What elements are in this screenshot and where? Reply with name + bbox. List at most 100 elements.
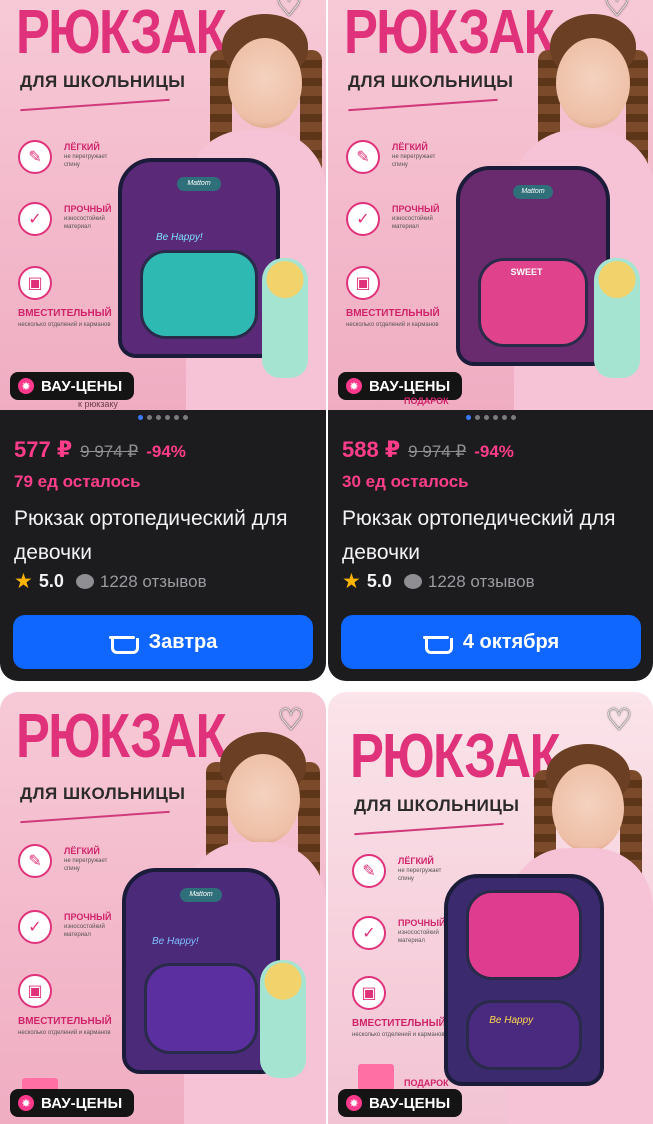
pagination-dot[interactable] (474, 415, 480, 420)
pagination-dot[interactable] (165, 415, 170, 420)
feature-roomy: ▣ ВМЕСТИТЕЛЬНЫЙ несколько отделений и ка… (18, 266, 128, 328)
pagination-dot[interactable] (501, 415, 507, 420)
favorite-heart-icon[interactable]: ♡ (276, 706, 306, 736)
product-card[interactable]: РЮКЗАК ДЛЯ ШКОЛЬНИЦЫ ✎ ЛЁГКИЙ не перегру… (328, 692, 653, 1124)
pagination-dot[interactable] (183, 415, 188, 420)
badge-label: ВАУ-ЦЕНЫ (369, 377, 451, 395)
feature-title: ЛЁГКИЙ (64, 142, 100, 152)
feature-desc: не перегружает спину (398, 868, 442, 882)
current-price: 588 ₽ (342, 437, 401, 462)
reviews-count: 1228 отзывов (427, 571, 535, 591)
product-card[interactable]: РЮКЗАК ДЛЯ ШКОЛЬНИЦЫ ✎ ЛЁГКИЙ не перегру… (328, 0, 653, 681)
badge-label: ВАУ-ЦЕНЫ (369, 1094, 451, 1112)
star-icon: ★ (14, 570, 33, 593)
feature-desc: износостойкий материал (64, 216, 105, 230)
feature-desc: износостойкий материал (64, 924, 105, 938)
product-photo[interactable]: РЮКЗАК ДЛЯ ШКОЛЬНИЦЫ ✎ ЛЁГКИЙ не перегру… (328, 0, 653, 410)
sparkle-icon: ✸ (18, 378, 34, 394)
backpack-icon: ▣ (352, 976, 386, 1010)
rating-value: 5.0 (38, 571, 64, 591)
feather-icon: ✎ (346, 140, 380, 174)
delivery-date: 4 октября (462, 630, 560, 653)
feature-light: ✎ ЛЁГКИЙ не перегружает спину (352, 854, 462, 888)
pagination-dot[interactable] (465, 415, 471, 420)
backpack-logo: Mattom (512, 185, 554, 200)
comment-icon (403, 574, 422, 589)
feature-title: ПРОЧНЫЙ (392, 204, 440, 214)
photo-pagination[interactable] (0, 415, 326, 420)
shield-check-icon: ✓ (346, 202, 380, 236)
favorite-heart-icon[interactable]: ♡ (602, 0, 632, 22)
feature-title: ВМЕСТИТЕЛЬНЫЙ (18, 1016, 112, 1027)
old-price: 9 974 ₽ (408, 442, 467, 461)
backpack-pocket (140, 250, 258, 339)
favorite-heart-icon[interactable]: ♡ (604, 706, 634, 736)
sparkle-icon: ✸ (346, 1095, 362, 1111)
feature-light: ✎ ЛЁГКИЙ не перегружает спину (346, 140, 456, 174)
gift-icon (358, 1064, 394, 1090)
girl-face (228, 38, 302, 128)
stock-remaining: 30 ед осталось (342, 472, 469, 491)
photo-heading: РЮКЗАК (344, 0, 555, 67)
backpack-pocket: SWEET (477, 258, 589, 347)
wow-prices-badge: ✸ ВАУ-ЦЕНЫ (10, 1089, 135, 1117)
price-row: 588 ₽ 9 974 ₽ -94% (342, 437, 514, 463)
product-photo[interactable]: РЮКЗАК ДЛЯ ШКОЛЬНИЦЫ ✎ ЛЁГКИЙ не перегру… (328, 692, 653, 1124)
current-price: 577 ₽ (14, 437, 73, 462)
photo-heading: РЮКЗАК (16, 0, 227, 67)
doll-image (594, 258, 640, 378)
backpack-image: Mattom Be Happy! (122, 868, 280, 1074)
comment-icon (75, 574, 94, 589)
product-photo[interactable]: РЮКЗАК ДЛЯ ШКОЛЬНИЦЫ ✎ ЛЁГКИЙ не перегру… (0, 0, 326, 410)
product-photo[interactable]: РЮКЗАК ДЛЯ ШКОЛЬНИЦЫ ✎ ЛЁГКИЙ не перегру… (0, 692, 326, 1124)
shield-check-icon: ✓ (352, 916, 386, 950)
pagination-dot[interactable] (174, 415, 179, 420)
photo-heading: РЮКЗАК (16, 702, 227, 771)
decorative-line (20, 810, 170, 824)
backpack-text: SWEET (510, 267, 543, 278)
feature-desc: несколько отделений и карманов (346, 322, 439, 328)
add-to-cart-button[interactable]: 4 октября (341, 615, 641, 669)
rating-row[interactable]: ★ 5.0 1228 отзывов (342, 571, 535, 592)
shield-check-icon: ✓ (18, 910, 52, 944)
favorite-heart-icon[interactable]: ♡ (274, 0, 304, 22)
feather-icon: ✎ (18, 140, 52, 174)
pagination-dot[interactable] (483, 415, 489, 420)
product-title[interactable]: Рюкзак ортопедический для девочки (14, 502, 314, 570)
product-title[interactable]: Рюкзак ортопедический для девочки (342, 502, 642, 570)
backpack-text: Be Happy! (152, 936, 199, 947)
price-row: 577 ₽ 9 974 ₽ -94% (14, 437, 186, 463)
backpack-pocket: Be Happy (466, 1000, 582, 1070)
pagination-dot[interactable] (147, 415, 152, 420)
pagination-dot[interactable] (138, 415, 143, 420)
photo-heading: РЮКЗАК (350, 722, 561, 791)
add-to-cart-button[interactable]: Завтра (13, 615, 313, 669)
photo-pagination[interactable] (328, 415, 653, 420)
pagination-dot[interactable] (492, 415, 498, 420)
sparkle-icon: ✸ (18, 1095, 34, 1111)
feature-title: ЛЁГКИЙ (392, 142, 428, 152)
feature-title: ЛЁГКИЙ (398, 856, 434, 866)
rating-row[interactable]: ★ 5.0 1228 отзывов (14, 571, 207, 592)
pagination-dot[interactable] (156, 415, 161, 420)
pagination-dot[interactable] (510, 415, 516, 420)
photo-caption: к рюкзаку (78, 399, 118, 409)
feature-durable: ✓ ПРОЧНЫЙ износостойкий материал (346, 202, 456, 236)
delivery-date: Завтра (148, 630, 218, 653)
feature-desc: не перегружает спину (392, 154, 436, 168)
feature-roomy: ▣ ВМЕСТИТЕЛЬНЫЙ несколько отделений и ка… (18, 974, 128, 1036)
feature-light: ✎ ЛЁГКИЙ не перегружает спину (18, 844, 128, 878)
product-card[interactable]: РЮКЗАК ДЛЯ ШКОЛЬНИЦЫ ✎ ЛЁГКИЙ не перегру… (0, 692, 326, 1124)
feature-title: ПРОЧНЫЙ (64, 912, 112, 922)
reviews-count: 1228 отзывов (99, 571, 207, 591)
backpack-image: Mattom SWEET (456, 166, 610, 366)
badge-label: ВАУ-ЦЕНЫ (41, 1094, 123, 1112)
star-icon: ★ (342, 570, 361, 593)
backpack-pocket (144, 963, 258, 1055)
decorative-line (354, 822, 504, 836)
feature-roomy: ▣ ВМЕСТИТЕЛЬНЫЙ несколько отделений и ка… (346, 266, 456, 328)
product-card[interactable]: РЮКЗАК ДЛЯ ШКОЛЬНИЦЫ ✎ ЛЁГКИЙ не перегру… (0, 0, 326, 681)
feature-durable: ✓ ПРОЧНЫЙ износостойкий материал (18, 910, 128, 944)
photo-caption: ПОДАРОК (404, 1078, 449, 1088)
feature-desc: не перегружает спину (64, 858, 108, 872)
